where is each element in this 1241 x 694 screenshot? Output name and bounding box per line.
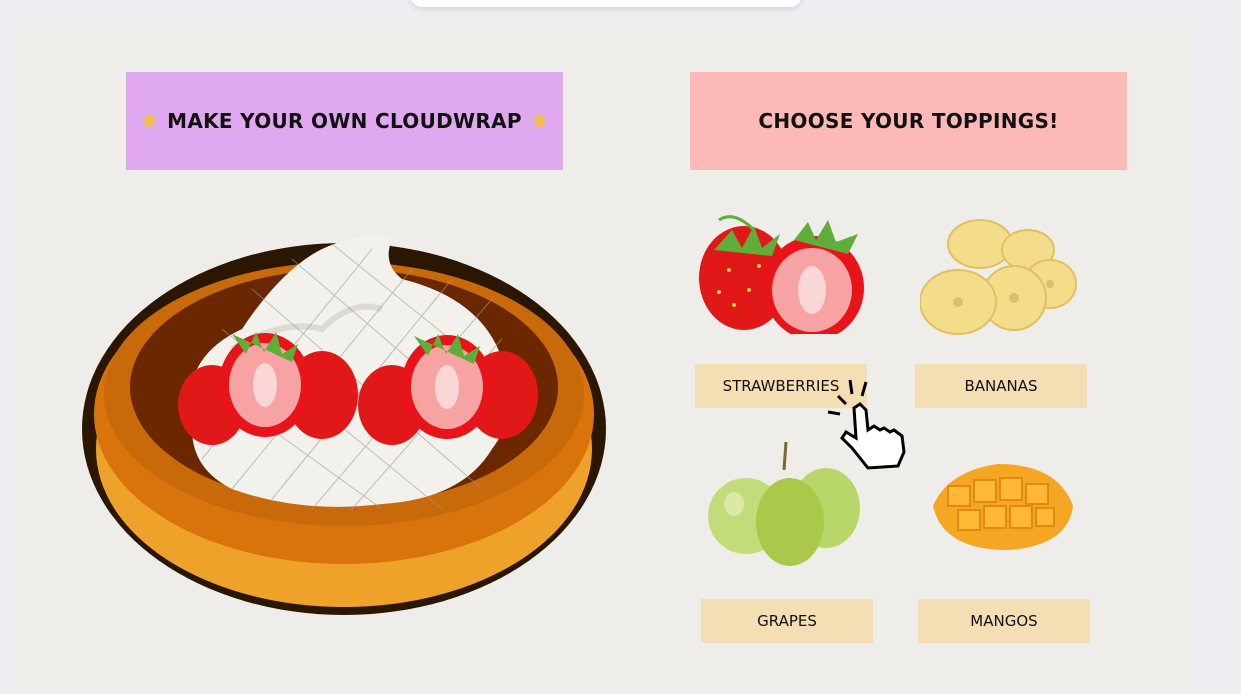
star-icon: ★ — [139, 108, 160, 134]
toppings-title-banner: CHOOSE YOUR TOPPINGS! — [690, 72, 1127, 170]
builder-title: MAKE YOUR OWN CLOUDWRAP — [167, 109, 522, 133]
banana-icon[interactable] — [920, 214, 1090, 344]
mango-icon[interactable] — [928, 456, 1078, 556]
hand-pointer-icon — [827, 379, 906, 470]
strawberry-icon[interactable] — [694, 200, 874, 334]
topping-label: STRAWBERRIES — [722, 377, 840, 395]
topping-label: BANANAS — [964, 377, 1038, 395]
star-icon: ★ — [529, 108, 550, 134]
toppings-title: CHOOSE YOUR TOPPINGS! — [758, 109, 1059, 133]
topping-bananas-button[interactable]: BANANAS — [915, 364, 1087, 408]
cloudwrap-illustration — [82, 235, 606, 615]
topping-grapes-button[interactable]: GRAPES — [701, 599, 873, 643]
main-panel: ★ MAKE YOUR OWN CLOUDWRAP ★ CHOOSE YOUR … — [16, 24, 1194, 694]
topping-label: MANGOS — [970, 612, 1038, 630]
top-search-pill[interactable] — [410, 0, 802, 7]
builder-title-banner: ★ MAKE YOUR OWN CLOUDWRAP ★ — [126, 72, 563, 170]
topping-label: GRAPES — [757, 612, 817, 630]
topping-mangos-button[interactable]: MANGOS — [918, 599, 1090, 643]
